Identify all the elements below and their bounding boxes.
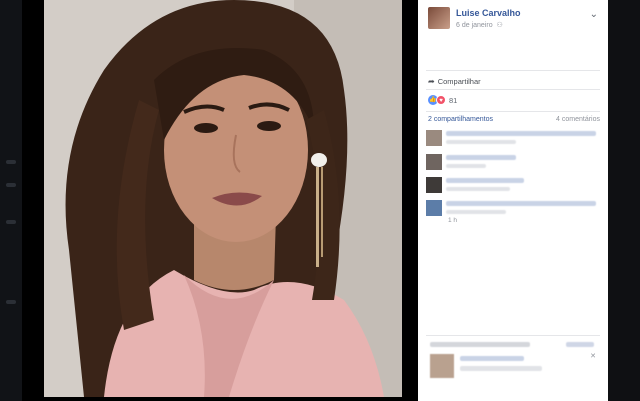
share-button[interactable]: ➦ Compartilhar	[428, 77, 481, 86]
portrait-image	[44, 0, 402, 397]
commenter-avatar[interactable]	[426, 200, 442, 216]
post-date: 6 de janeiro ⚇	[456, 21, 503, 29]
love-reaction-icon: ♥	[436, 95, 446, 105]
friends-icon: ⚇	[496, 22, 503, 29]
comments-count-link[interactable]: 4 comentários	[556, 116, 600, 123]
background-page-left	[0, 0, 22, 401]
share-label: Compartilhar	[437, 77, 481, 86]
divider	[426, 111, 600, 112]
reaction-count: 81	[449, 96, 458, 105]
post-date-text[interactable]: 6 de janeiro	[456, 22, 493, 29]
author-avatar[interactable]	[428, 7, 450, 29]
comment-time[interactable]: 1 h	[448, 217, 457, 224]
divider	[426, 89, 600, 90]
background-page-right	[608, 0, 640, 401]
commenter-avatar[interactable]	[426, 177, 442, 193]
commenter-avatar[interactable]	[426, 130, 442, 146]
photo-stage	[22, 0, 418, 401]
divider	[426, 70, 600, 71]
divider	[426, 335, 600, 336]
shares-count-link[interactable]: 2 compartilhamentos	[428, 116, 493, 123]
post-photo[interactable]	[44, 0, 402, 397]
suggestions-box: ✕	[426, 338, 602, 398]
post-header: Luise Carvalho 6 de janeiro ⚇ ⌄	[418, 0, 608, 38]
share-arrow-icon: ➦	[428, 77, 435, 86]
comment-item	[426, 128, 602, 148]
post-side-panel: Luise Carvalho 6 de janeiro ⚇ ⌄ ➦ Compart…	[418, 0, 608, 401]
comment-item	[426, 198, 602, 218]
suggested-avatar[interactable]	[430, 354, 454, 378]
comment-item	[426, 152, 602, 172]
close-icon[interactable]: ✕	[590, 352, 596, 360]
commenter-avatar[interactable]	[426, 154, 442, 170]
chevron-down-icon[interactable]: ⌄	[590, 9, 598, 20]
author-name[interactable]: Luise Carvalho	[456, 8, 521, 18]
comment-item	[426, 175, 602, 195]
